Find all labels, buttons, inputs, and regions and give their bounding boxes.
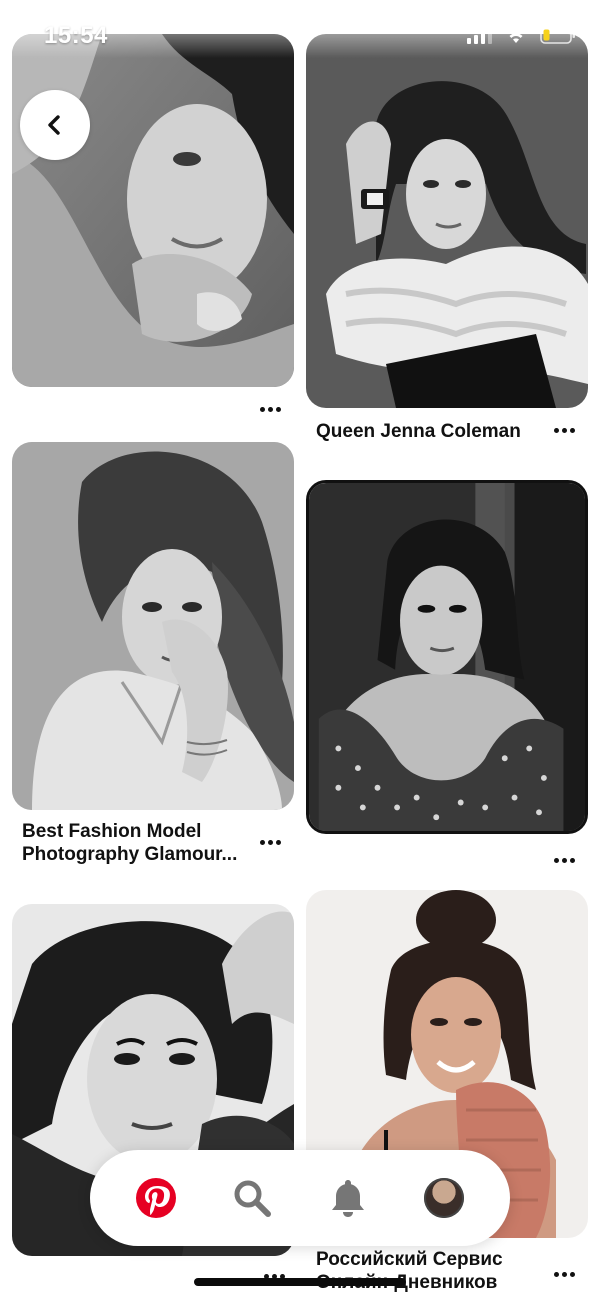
pin-title[interactable]: Best Fashion Model Photography Glamour..… [12, 810, 294, 866]
nav-search[interactable] [220, 1166, 284, 1230]
wifi-icon [504, 26, 528, 44]
nav-home[interactable] [124, 1166, 188, 1230]
pin-image[interactable] [12, 34, 294, 387]
home-indicator[interactable] [194, 1278, 406, 1286]
pin-image[interactable] [306, 480, 588, 834]
pin-image[interactable] [12, 442, 294, 810]
status-icons [467, 26, 576, 44]
more-options-button[interactable] [550, 1264, 578, 1284]
bell-icon [332, 1180, 364, 1217]
pin-footer: Best Fashion Model Photography Glamour..… [12, 810, 294, 874]
pin-footer [306, 834, 588, 878]
more-options-button[interactable] [256, 832, 284, 852]
pin-card[interactable]: Best Fashion Model Photography Glamour..… [12, 442, 294, 874]
pin-card[interactable] [306, 480, 588, 878]
more-options-button[interactable] [256, 399, 284, 419]
pin-title[interactable]: Queen Jenna Coleman [306, 408, 588, 443]
nav-notifications[interactable] [316, 1166, 380, 1230]
battery-icon [540, 26, 576, 44]
avatar [424, 1178, 464, 1218]
status-bar: 15:54 [0, 0, 600, 58]
chevron-left-icon [48, 115, 60, 135]
more-options-button[interactable] [550, 850, 578, 870]
search-icon [234, 1180, 271, 1217]
nav-profile[interactable] [412, 1166, 476, 1230]
pinterest-logo-icon [136, 1178, 176, 1218]
back-button[interactable] [20, 90, 90, 160]
pin-image[interactable] [306, 34, 588, 408]
pin-footer: Queen Jenna Coleman [306, 408, 588, 456]
bottom-navigation-bar [90, 1150, 510, 1246]
pin-footer [12, 387, 294, 431]
more-options-button[interactable] [550, 420, 578, 440]
cellular-signal-icon [467, 26, 492, 44]
pin-card[interactable]: Queen Jenna Coleman [306, 34, 588, 456]
status-time: 15:54 [44, 22, 108, 49]
